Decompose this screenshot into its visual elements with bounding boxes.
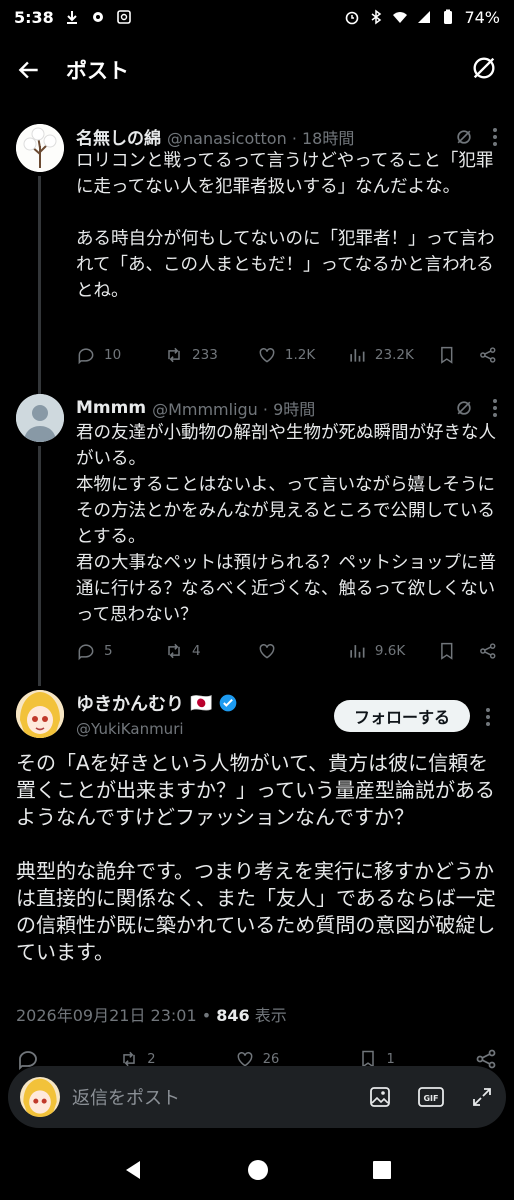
- reply-icon: [78, 644, 94, 661]
- grok-icon[interactable]: [454, 127, 474, 147]
- repost-count: 4: [192, 643, 201, 659]
- system-nav-bar: [0, 1140, 514, 1200]
- bluetooth-icon: [371, 9, 382, 25]
- more-options-icon[interactable]: [492, 398, 498, 418]
- top-app-bar: ポスト: [0, 34, 514, 106]
- thread-connector: [38, 176, 41, 396]
- views-count: 846: [216, 1006, 250, 1025]
- post-text: 君の友達が小動物の解剖や生物が死ぬ瞬間が好きな人がいる。 本物にすることはないよ…: [76, 423, 496, 625]
- more-options-icon[interactable]: [492, 127, 498, 147]
- anime-avatar-icon: [16, 690, 64, 738]
- views-count: 9.6K: [374, 643, 406, 659]
- home-circle-icon[interactable]: [247, 1159, 269, 1181]
- like-button[interactable]: 1.2K: [257, 345, 347, 365]
- author-name[interactable]: ゆきかんむり: [76, 690, 184, 716]
- reply-count: 10: [104, 347, 122, 363]
- views-count: 23.2K: [374, 347, 414, 363]
- settings-icon: [92, 12, 103, 22]
- page-title: ポスト: [66, 59, 129, 83]
- author-handle[interactable]: @nanasicotton · 18時間: [167, 125, 354, 149]
- alarm-icon: [346, 11, 359, 25]
- heart-icon: [259, 347, 275, 363]
- author-name[interactable]: Mmmm: [76, 398, 146, 418]
- signal-icon: [418, 11, 431, 23]
- repost-count: 233: [192, 347, 218, 363]
- views-chart-icon: [350, 645, 365, 658]
- post-header: Mmmm @Mmmmligu · 9時間: [76, 396, 498, 420]
- share-icon[interactable]: [478, 345, 498, 365]
- post-text: ロリコンと戦ってるって言うけどやってること「犯罪に走ってない人を犯罪者扱いする」…: [76, 151, 495, 301]
- wifi-icon: [393, 12, 408, 23]
- grok-button[interactable]: [470, 54, 498, 86]
- more-options-icon[interactable]: [485, 707, 491, 727]
- repost-icon: [168, 643, 180, 659]
- avatar[interactable]: [16, 690, 64, 738]
- back-triangle-icon[interactable]: [122, 1159, 144, 1181]
- download-icon: [66, 11, 77, 24]
- avatar[interactable]: [16, 124, 64, 172]
- expand-icon[interactable]: [470, 1085, 494, 1109]
- reply-count: 5: [104, 643, 113, 659]
- main-post-name-row: ゆきかんむり 🇯🇵: [76, 690, 238, 716]
- status-bar: 5:38 74%: [0, 0, 514, 34]
- author-name[interactable]: 名無しの綿: [76, 124, 161, 149]
- post-meta: 2026年09月21日 23:01 • 846 表示: [16, 1002, 287, 1026]
- cotton-avatar-icon: [16, 124, 64, 172]
- gif-icon[interactable]: GIF: [418, 1085, 444, 1109]
- like-button[interactable]: [257, 641, 347, 661]
- post-header: 名無しの綿 @nanasicotton · 18時間: [76, 124, 498, 149]
- heart-icon: [259, 643, 275, 659]
- like-count: 26: [262, 1051, 280, 1067]
- app-notification-icon: [116, 10, 131, 24]
- author-handle[interactable]: @Mmmmligu · 9時間: [152, 396, 315, 420]
- share-icon[interactable]: [478, 641, 498, 661]
- views-button[interactable]: 9.6K: [347, 641, 437, 661]
- recents-square-icon[interactable]: [372, 1160, 392, 1180]
- status-time: 5:38: [14, 7, 54, 27]
- grok-icon[interactable]: [454, 398, 474, 418]
- svg-text:GIF: GIF: [423, 1094, 438, 1103]
- repost-count: 2: [147, 1051, 156, 1067]
- main-post-text: その「Aを好きという人物がいて、貴方は彼に信頼を置くことが出来ますか？」っていう…: [16, 751, 496, 964]
- post-timestamp: 2026年09月21日 23:01: [16, 1006, 197, 1025]
- bookmark-icon[interactable]: [437, 345, 457, 365]
- post-actions: 5 4 9.6K: [76, 636, 498, 666]
- reply-composer-bar[interactable]: 返信をポスト GIF: [8, 1066, 506, 1128]
- grok-icon[interactable]: [470, 54, 498, 82]
- views-chart-icon: [350, 349, 365, 362]
- image-icon[interactable]: [368, 1085, 392, 1109]
- thread-connector: [38, 446, 41, 686]
- bookmark-count: 1: [386, 1051, 395, 1067]
- reply-button[interactable]: 10: [76, 345, 164, 365]
- like-count: 1.2K: [284, 347, 316, 363]
- bookmark-icon[interactable]: [437, 641, 457, 661]
- reply-icon: [78, 348, 94, 365]
- repost-button[interactable]: 233: [164, 345, 257, 365]
- verified-badge-icon: [220, 694, 237, 712]
- battery-icon: [444, 9, 453, 24]
- battery-percent: 74%: [464, 7, 500, 27]
- repost-icon: [168, 347, 180, 363]
- anime-avatar-icon: [23, 1078, 57, 1117]
- views-label: 表示: [249, 1006, 287, 1025]
- repost-button[interactable]: 4: [164, 641, 257, 661]
- author-handle[interactable]: @YukiKanmuri: [76, 720, 184, 738]
- views-button[interactable]: 23.2K: [347, 345, 437, 365]
- default-avatar-icon: [16, 394, 64, 442]
- meta-separator: •: [196, 1006, 217, 1025]
- reply-button[interactable]: 5: [76, 641, 164, 661]
- avatar[interactable]: [16, 394, 64, 442]
- post-actions: 10 233 1.2K 23.2K: [76, 340, 498, 370]
- follow-button[interactable]: フォローする: [334, 700, 470, 732]
- reply-input[interactable]: 返信をポスト: [72, 1084, 180, 1110]
- back-arrow-icon[interactable]: [16, 57, 42, 83]
- user-avatar: [20, 1077, 60, 1117]
- flag-emoji: 🇯🇵: [190, 692, 213, 714]
